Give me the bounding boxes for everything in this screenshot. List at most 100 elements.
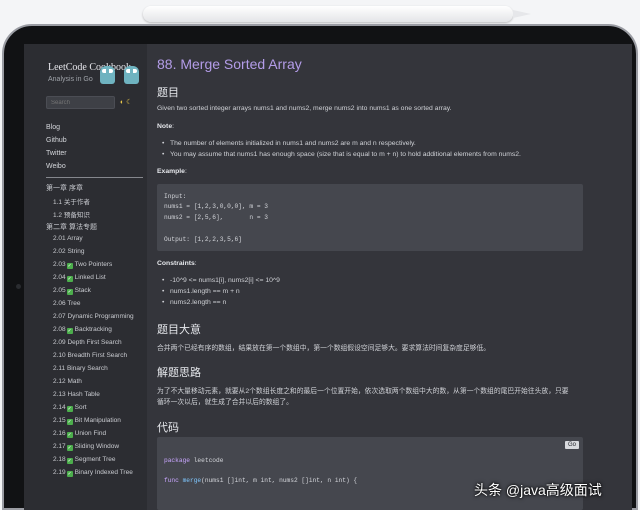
checkmark-icon: ✓ bbox=[66, 458, 73, 464]
sidebar-item[interactable]: 1.2 预备知识 bbox=[53, 209, 90, 219]
code-params: (nums1 []int, m int, nums2 []int, n int)… bbox=[201, 477, 358, 484]
sidebar-chapter-1[interactable]: 第一章 序章 bbox=[46, 183, 83, 193]
code-line: nums1 = [1,2,3,0,0,0], m = 3 bbox=[164, 203, 268, 210]
section-heading-problem: 题目 bbox=[157, 87, 179, 99]
sidebar-item[interactable]: 2.06 Tree bbox=[53, 300, 80, 307]
constraint-item: nums1.length == m + n bbox=[162, 288, 240, 295]
sidebar-item[interactable]: 2.13 Hash Table bbox=[53, 391, 100, 398]
sidebar-item-label: Segment Tree bbox=[74, 456, 116, 463]
summary-text: 合并两个已经有序的数组，结果放在第一个数组中，第一个数组假设空间足够大。要求算法… bbox=[157, 345, 491, 352]
sidebar-item-label: Stack bbox=[74, 287, 91, 294]
sidebar-item-label: Linked List bbox=[74, 274, 106, 281]
sidebar-item-label: Backtracking bbox=[74, 326, 112, 333]
code-line: nums2 = [2,5,6], n = 3 bbox=[164, 214, 268, 221]
note-label: Note bbox=[157, 123, 173, 130]
sidebar-item-number: 2.17 bbox=[53, 443, 66, 450]
sidebar-item[interactable]: 2.02 String bbox=[53, 248, 84, 255]
sidebar-item-label: Union Find bbox=[74, 430, 107, 437]
constraints-heading: Constraints: bbox=[157, 260, 197, 267]
note-heading: Note: bbox=[157, 123, 174, 130]
sidebar-link-twitter[interactable]: Twitter bbox=[46, 150, 67, 157]
code-identifier: leetcode bbox=[193, 457, 224, 464]
main-content: 88. Merge Sorted Array 题目 Given two sort… bbox=[157, 44, 627, 510]
watermark-text: 头条 @java高级面试 bbox=[474, 482, 602, 498]
checkmark-icon: ✓ bbox=[66, 263, 73, 269]
checkmark-icon: ✓ bbox=[66, 276, 73, 282]
sidebar-divider bbox=[46, 177, 143, 178]
code-line: package leetcode bbox=[164, 457, 223, 464]
sidebar-item-number: 2.19 bbox=[53, 469, 66, 476]
constraint-item: nums2.length == n bbox=[162, 299, 226, 306]
sidebar: LeetCode Cookbook Analysis in Go ◐ ☾ Blo… bbox=[24, 44, 147, 510]
sidebar-item[interactable]: 2.03 ✓ Two Pointers bbox=[53, 261, 112, 269]
section-heading-summary: 题目大意 bbox=[157, 324, 201, 336]
code-function-name: merge bbox=[182, 477, 202, 484]
code-line: func merge(nums1 []int, m int, nums2 []i… bbox=[164, 477, 357, 484]
code-keyword: func bbox=[164, 477, 179, 484]
sidebar-item-number: 2.15 bbox=[53, 417, 66, 424]
sidebar-item[interactable]: 2.04 ✓ Linked List bbox=[53, 274, 106, 282]
sidebar-item-label: Bit Manipulation bbox=[74, 417, 121, 424]
sidebar-item-number: 2.14 bbox=[53, 404, 66, 411]
book-title[interactable]: LeetCode Cookbook bbox=[48, 62, 131, 73]
sidebar-item[interactable]: 2.10 Breadth First Search bbox=[53, 352, 127, 359]
approach-text: 为了不大量移动元素，就要从2个数组长度之和的最后一个位置开始，依次选取两个数组中… bbox=[157, 388, 569, 395]
sidebar-item[interactable]: 2.09 Depth First Search bbox=[53, 339, 122, 346]
section-heading-code: 代码 bbox=[157, 422, 179, 434]
approach-text: 循环一次以后，就生成了合并以后的数组了。 bbox=[157, 399, 293, 406]
checkmark-icon: ✓ bbox=[66, 406, 73, 412]
sidebar-link-github[interactable]: Github bbox=[46, 137, 67, 144]
language-button[interactable]: Go bbox=[564, 441, 579, 449]
sidebar-item[interactable]: 2.15 ✓ Bit Manipulation bbox=[53, 417, 121, 425]
sidebar-item[interactable]: 2.12 Math bbox=[53, 378, 82, 385]
sidebar-link-blog[interactable]: Blog bbox=[46, 124, 60, 131]
sidebar-item-label: Binary Indexed Tree bbox=[74, 469, 133, 476]
checkmark-icon: ✓ bbox=[66, 289, 73, 295]
sidebar-chapter-2[interactable]: 第二章 算法专题 bbox=[46, 222, 97, 232]
sidebar-item[interactable]: 1.1 关于作者 bbox=[53, 196, 90, 206]
sidebar-item[interactable]: 2.11 Binary Search bbox=[53, 365, 108, 372]
sidebar-item[interactable]: 2.01 Array bbox=[53, 235, 83, 242]
note-colon: : bbox=[172, 123, 174, 130]
sidebar-item[interactable]: 2.19 ✓ Binary Indexed Tree bbox=[53, 469, 133, 477]
page-title: 88. Merge Sorted Array bbox=[157, 56, 302, 72]
sidebar-item[interactable]: 2.17 ✓ Sliding Window bbox=[53, 443, 119, 451]
problem-text: Given two sorted integer arrays nums1 an… bbox=[157, 105, 452, 112]
note-item: You may assume that nums1 has enough spa… bbox=[162, 151, 521, 158]
section-heading-approach: 解题思路 bbox=[157, 367, 201, 379]
sidebar-item-number: 2.18 bbox=[53, 456, 66, 463]
theme-toggle-icon[interactable]: ◐ ☾ bbox=[120, 98, 132, 106]
sidebar-item[interactable]: 2.18 ✓ Segment Tree bbox=[53, 456, 115, 464]
checkmark-icon: ✓ bbox=[66, 471, 73, 477]
code-line: Input: bbox=[164, 193, 187, 200]
sidebar-item-label: Sliding Window bbox=[74, 443, 120, 450]
constraint-item: -10^9 <= nums1[i], nums2[i] <= 10^9 bbox=[162, 277, 280, 284]
constraints-colon: : bbox=[194, 260, 197, 267]
sidebar-item-label: Two Pointers bbox=[74, 261, 113, 268]
sidebar-item[interactable]: 2.07 Dynamic Programming bbox=[53, 313, 134, 320]
example-code-block: Input: nums1 = [1,2,3,0,0,0], m = 3 nums… bbox=[157, 184, 583, 251]
browser-screen: LeetCode Cookbook Analysis in Go ◐ ☾ Blo… bbox=[24, 44, 632, 510]
checkmark-icon: ✓ bbox=[66, 445, 73, 451]
sidebar-item-label: Sort bbox=[74, 404, 87, 411]
sidebar-item-number: 2.08 bbox=[53, 326, 66, 333]
search-input[interactable] bbox=[46, 96, 115, 109]
example-label: Example bbox=[157, 168, 185, 175]
code-line: Output: [1,2,2,3,5,6] bbox=[164, 236, 242, 243]
book-subtitle: Analysis in Go bbox=[48, 76, 93, 83]
sidebar-link-weibo[interactable]: Weibo bbox=[46, 163, 66, 170]
example-heading: Example: bbox=[157, 168, 187, 175]
sidebar-item-number: 2.05 bbox=[53, 287, 66, 294]
sidebar-item-number: 2.03 bbox=[53, 261, 66, 268]
camera-icon bbox=[16, 284, 21, 289]
sidebar-item[interactable]: 2.14 ✓ Sort bbox=[53, 404, 87, 412]
sidebar-item[interactable]: 2.05 ✓ Stack bbox=[53, 287, 91, 295]
checkmark-icon: ✓ bbox=[66, 328, 73, 334]
constraints-label: Constraints bbox=[157, 260, 195, 267]
sidebar-item[interactable]: 2.08 ✓ Backtracking bbox=[53, 326, 112, 334]
apple-pencil bbox=[143, 6, 531, 22]
sidebar-item-number: 2.16 bbox=[53, 430, 66, 437]
note-item: The number of elements initialized in nu… bbox=[162, 140, 416, 147]
sidebar-item[interactable]: 2.16 ✓ Union Find bbox=[53, 430, 106, 438]
gopher-icon bbox=[100, 66, 115, 84]
